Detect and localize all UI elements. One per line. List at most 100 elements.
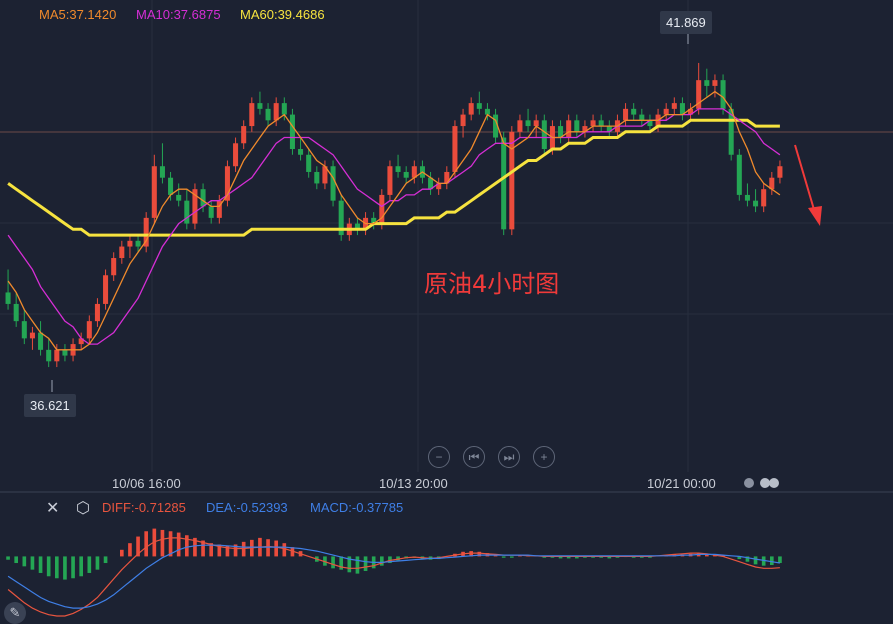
next-page-icon[interactable]: ⏭ [498, 446, 520, 468]
candle [574, 114, 580, 138]
candle [192, 183, 198, 230]
candle [354, 217, 360, 236]
candle-body [330, 166, 336, 201]
candle-body [476, 103, 482, 109]
settings-icon[interactable]: ⬡ [76, 498, 90, 518]
candle [338, 194, 344, 241]
candle-body [671, 103, 677, 109]
candle-body [712, 80, 718, 86]
candle [86, 315, 92, 345]
candle [777, 160, 783, 184]
diff-line [7, 537, 780, 617]
candle [119, 240, 125, 264]
candle-body [306, 154, 312, 172]
candle-body [54, 349, 60, 362]
candle [314, 166, 320, 190]
scroll-dot-icon [744, 478, 754, 488]
oil-4h-chart: MA5:37.1420 MA10:37.6875 MA60:39.4686 41… [0, 0, 893, 624]
candle [744, 183, 750, 207]
candle [371, 212, 377, 230]
candle [143, 212, 149, 253]
candle [159, 143, 165, 184]
candle-body [590, 120, 596, 127]
candle-body [119, 246, 125, 259]
candle [704, 68, 710, 98]
ma60-label: MA60:39.4686 [240, 7, 325, 22]
candle [403, 166, 409, 184]
candle [330, 160, 336, 207]
candle-body [281, 103, 287, 115]
low-price-tag: 36.621 [24, 394, 76, 417]
candle-body [598, 120, 604, 127]
candle-body [38, 332, 44, 350]
candle-body [111, 258, 117, 276]
zoom-out-icon[interactable]: − [428, 446, 450, 468]
candle [582, 120, 588, 138]
dea-line [7, 544, 780, 609]
candle-body [5, 292, 11, 304]
candle-body [46, 349, 52, 362]
candle-body [631, 108, 637, 115]
candle [679, 97, 685, 121]
candle [387, 160, 393, 201]
candle-body [13, 303, 19, 322]
zoom-in-icon[interactable]: + [533, 446, 555, 468]
candle [688, 103, 694, 121]
x-tick-label: 10/21 00:00 [647, 476, 716, 491]
candle-body [468, 103, 474, 115]
candle [460, 108, 466, 138]
candle [184, 189, 190, 230]
ma5-label: MA5:37.1420 [39, 7, 117, 22]
candle [525, 108, 531, 132]
candle-body [736, 154, 742, 195]
candle-body [159, 166, 165, 178]
candle-body [176, 194, 182, 201]
candle [111, 252, 117, 281]
candle [712, 74, 718, 98]
scroll-indicator[interactable] [742, 476, 784, 490]
candle [62, 344, 68, 362]
candle [428, 171, 434, 195]
candle [476, 91, 482, 115]
candle [769, 171, 775, 195]
candle [639, 108, 645, 127]
candle-body [509, 131, 515, 230]
candle-body [639, 114, 645, 121]
candle-body [233, 143, 239, 167]
candle-body [135, 240, 141, 247]
candle-body [403, 171, 409, 178]
down-arrow-icon [794, 144, 822, 226]
candle [761, 183, 767, 213]
candle [306, 149, 312, 178]
candle-body [208, 206, 214, 218]
candle [566, 114, 572, 144]
candle-body [704, 80, 710, 86]
candle-body [460, 114, 466, 127]
candle-body [753, 200, 759, 207]
candle [541, 114, 547, 155]
candle-body [127, 240, 133, 247]
candle-body [298, 149, 304, 155]
candle [151, 154, 157, 224]
candle-body [574, 120, 580, 132]
candle [127, 235, 133, 259]
candle-body [29, 332, 35, 339]
candle-body [94, 303, 100, 322]
candle [468, 97, 474, 121]
candle-body [265, 108, 271, 121]
candle [623, 103, 629, 127]
candle-body [525, 120, 531, 127]
close-icon[interactable]: ✕ [46, 498, 59, 518]
candle-body [777, 166, 783, 178]
drawing-tool-icon[interactable]: ✎ [4, 602, 26, 624]
first-page-icon[interactable]: ⏮ [463, 446, 485, 468]
candle [501, 131, 507, 236]
macd-histogram [6, 528, 782, 580]
candle-body [21, 321, 27, 339]
chart-annotation: 原油4小时图 [424, 270, 560, 298]
candle [728, 103, 734, 161]
candle [696, 62, 702, 115]
candle-body [744, 194, 750, 201]
ma5-line [7, 90, 781, 351]
candle-body [184, 200, 190, 224]
